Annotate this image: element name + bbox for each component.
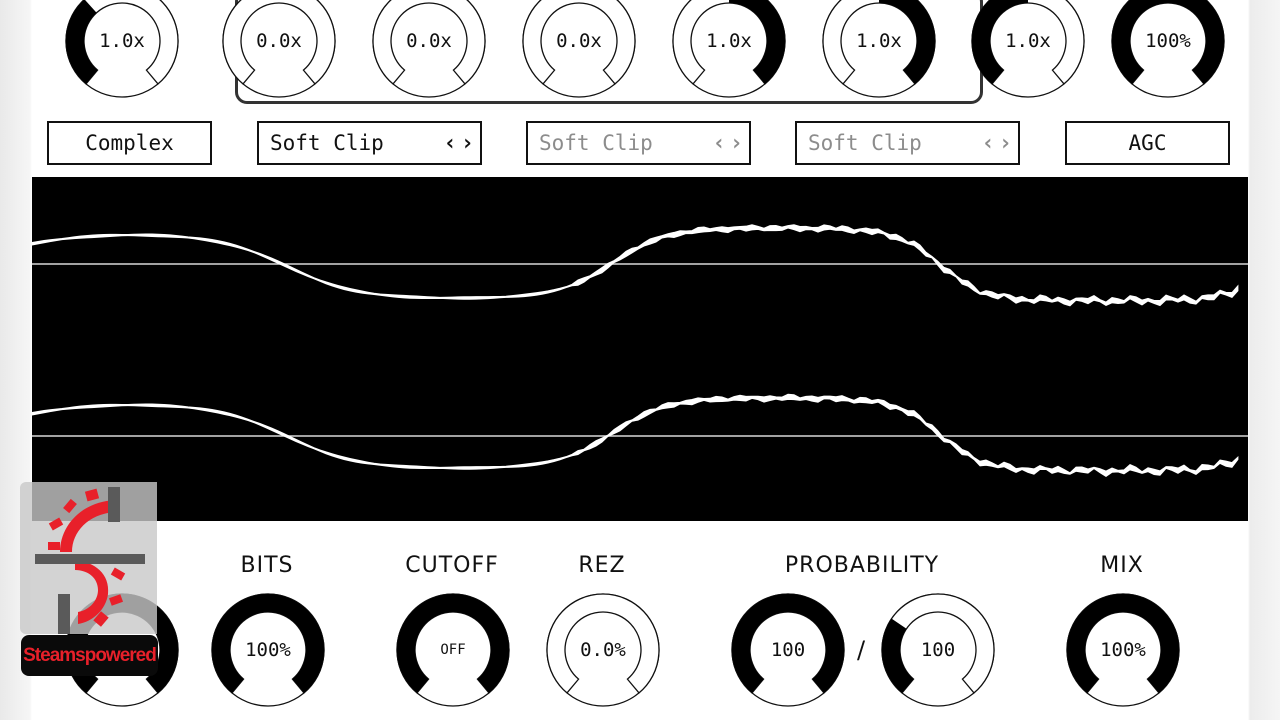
selector-label: Soft Clip [539, 131, 653, 155]
probability-separator: / [857, 636, 866, 664]
knob-mix[interactable]: 100% [1065, 592, 1181, 708]
knob-probability-a[interactable]: 100 [730, 592, 846, 708]
agc-button[interactable]: AGC [1065, 121, 1230, 165]
param-label-rez: REZ [578, 553, 626, 578]
clip-selector-2[interactable]: Soft Clip ‹ › [526, 121, 751, 165]
chevron-right-icon[interactable]: › [461, 131, 474, 156]
selector-label: Soft Clip [270, 131, 384, 155]
knob-rez[interactable]: 0.0% [545, 592, 661, 708]
knob-value: 0.0x [406, 30, 452, 52]
knob-value: 1.0x [706, 30, 752, 52]
gear-logo-icon [35, 487, 145, 634]
watermark: Steamspowered [20, 482, 158, 678]
knob-probability-b[interactable]: 100 [880, 592, 996, 708]
clip-selector-1[interactable]: Soft Clip ‹ › [257, 121, 482, 165]
knob-top-4[interactable]: 0.0x [521, 0, 637, 99]
knob-value: 1.0x [99, 30, 145, 52]
waveform-scope [32, 177, 1248, 521]
chevron-left-icon[interactable]: ‹ [713, 131, 726, 156]
knob-top-6[interactable]: 1.0x [821, 0, 937, 99]
knob-value: 0.0% [580, 639, 626, 661]
waveform-trace-1 [32, 224, 1239, 307]
watermark-badge: Steamspowered [21, 635, 158, 676]
knob-top-8[interactable]: 100% [1110, 0, 1226, 99]
knob-top-3[interactable]: 0.0x [371, 0, 487, 99]
clip-selector-3[interactable]: Soft Clip ‹ › [795, 121, 1020, 165]
knob-top-7[interactable]: 1.0x [970, 0, 1086, 99]
knob-value: 1.0x [1005, 30, 1051, 52]
knob-top-1[interactable]: 1.0x [64, 0, 180, 99]
knob-cutoff[interactable]: OFF [395, 592, 511, 708]
chevron-left-icon[interactable]: ‹ [982, 131, 995, 156]
waveform-display [32, 224, 1248, 477]
knob-value: OFF [440, 642, 466, 658]
knob-value: 100% [245, 639, 291, 661]
knob-value: 100 [770, 639, 806, 661]
knob-top-2[interactable]: 0.0x [221, 0, 337, 99]
knob-bits[interactable]: 100% [210, 592, 326, 708]
selector-label: Soft Clip [808, 131, 922, 155]
knob-value: 100% [1100, 639, 1146, 661]
knob-value: 0.0x [256, 30, 302, 52]
knob-top-5[interactable]: 1.0x [671, 0, 787, 99]
param-label-mix: MIX [1100, 553, 1144, 578]
param-label-probability: PROBABILITY [784, 553, 940, 578]
chevron-right-icon[interactable]: › [999, 131, 1012, 156]
knob-value: 0.0x [556, 30, 602, 52]
knob-value: 100% [1145, 30, 1191, 52]
chevron-right-icon[interactable]: › [730, 131, 743, 156]
knob-value: 100 [920, 639, 956, 661]
param-label-cutoff: CUTOFF [405, 553, 499, 578]
knob-value: 1.0x [856, 30, 902, 52]
param-label-bits: BITS [240, 553, 294, 578]
selector-label: Complex [85, 131, 174, 155]
chevron-left-icon[interactable]: ‹ [444, 131, 457, 156]
plugin-window: 1.0x 0.0x 0.0x 0.0x 1.0x 1.0x 1.0x 100% … [32, 0, 1248, 720]
mode-selector-complex[interactable]: Complex [47, 121, 212, 165]
selector-label: AGC [1128, 131, 1167, 155]
